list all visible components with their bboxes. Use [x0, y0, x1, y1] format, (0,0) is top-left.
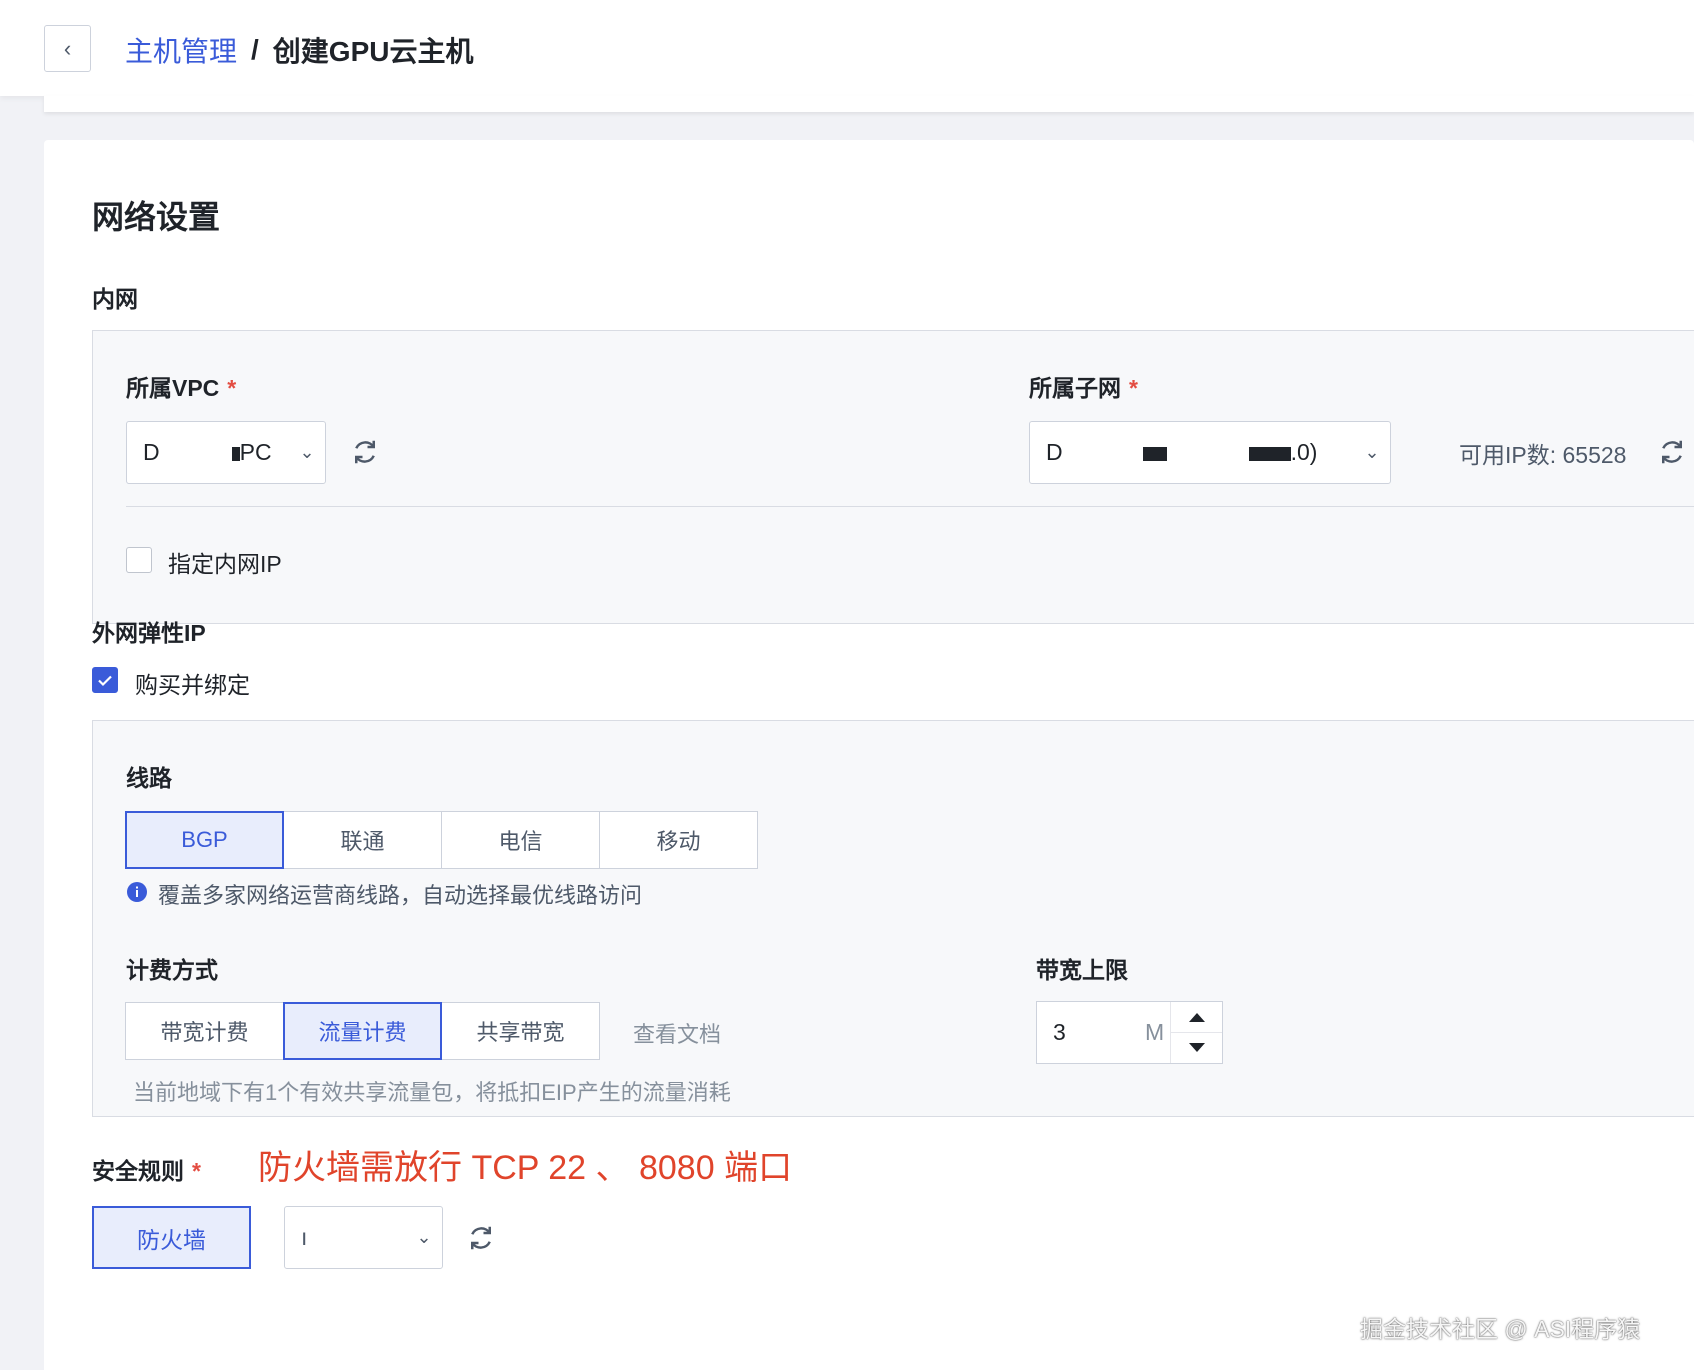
bandwidth-input[interactable]: 3	[1037, 1019, 1145, 1046]
subnet-label: 所属子网 *	[1029, 369, 1138, 403]
chevron-left-icon: ‹	[63, 35, 72, 61]
caret-up-icon	[1188, 1013, 1205, 1022]
required-mark: *	[227, 375, 237, 401]
billing-option-bandwidth[interactable]: 带宽计费	[125, 1002, 284, 1060]
billing-segmented-control: 带宽计费 流量计费 共享带宽	[125, 1002, 600, 1060]
security-rules-label-text: 安全规则	[92, 1158, 184, 1184]
redaction-mark	[1248, 446, 1291, 461]
line-label: 线路	[126, 765, 172, 791]
line-segmented-control: BGP 联通 电信 移动	[125, 811, 758, 869]
view-docs-link[interactable]: 查看文档	[633, 1017, 721, 1049]
divider	[126, 506, 1694, 507]
bandwidth-stepper: 3 M	[1036, 1001, 1223, 1064]
vpc-label: 所属VPC *	[126, 369, 236, 403]
page-title: 创建GPU云主机	[272, 36, 474, 67]
line-option-bgp[interactable]: BGP	[125, 811, 284, 869]
intranet-panel: 所属VPC * D PC ⌄ 所属子网 * D .0) ⌄ 可用IP数: 65528	[92, 330, 1694, 624]
subnet-value-prefix: D	[1046, 439, 1063, 465]
stepper-controls	[1170, 1002, 1222, 1063]
check-icon	[98, 675, 112, 687]
firewall-select[interactable]: ı ⌄	[284, 1206, 443, 1269]
vpc-refresh-icon[interactable]	[350, 437, 380, 467]
subnet-value-suffix: .0)	[1290, 439, 1318, 465]
eip-title: 外网弹性IP	[92, 620, 206, 646]
info-icon	[127, 882, 147, 902]
firewall-button[interactable]: 防火墙	[92, 1206, 251, 1269]
increment-button[interactable]	[1171, 1002, 1222, 1033]
vpc-select[interactable]: D PC ⌄	[126, 421, 326, 484]
subnet-label-text: 所属子网	[1029, 375, 1121, 401]
bandwidth-label: 带宽上限	[1036, 957, 1128, 983]
billing-option-traffic[interactable]: 流量计费	[283, 1002, 442, 1060]
vpc-label-text: 所属VPC	[126, 375, 220, 401]
chevron-down-icon: ⌄	[1364, 442, 1380, 462]
eip-panel: 线路 BGP 联通 电信 移动 覆盖多家网络运营商线路，自动选择最优线路访问 计…	[92, 720, 1694, 1117]
caret-down-icon	[1188, 1043, 1205, 1052]
top-bar: ‹ 主机管理 / 创建GPU云主机	[0, 0, 1694, 96]
breadcrumb-link-host-management[interactable]: 主机管理	[125, 30, 237, 70]
buy-bind-checkbox[interactable]	[92, 667, 118, 693]
subnet-select-value: D .0)	[1046, 439, 1354, 466]
required-mark: *	[1129, 375, 1138, 401]
available-ip-count: 可用IP数: 65528	[1459, 442, 1627, 468]
chevron-down-icon: ⌄	[416, 1227, 432, 1247]
watermark: 掘金技术社区 @ ASI程序猿	[1360, 1316, 1641, 1342]
line-option-unicom[interactable]: 联通	[283, 811, 442, 869]
decrement-button[interactable]	[1171, 1033, 1222, 1063]
firewall-select-value: ı	[301, 1224, 308, 1250]
previous-card-edge	[44, 96, 1694, 112]
subnet-select[interactable]: D .0) ⌄	[1029, 421, 1391, 484]
vpc-select-value: D PC	[143, 439, 289, 466]
section-title-network: 网络设置	[92, 199, 221, 235]
bandwidth-unit: M	[1145, 1019, 1165, 1045]
billing-note: 当前地域下有1个有效共享流量包，将抵扣EIP产生的流量消耗	[133, 1080, 731, 1105]
redaction-mark	[231, 446, 240, 461]
breadcrumb-separator: /	[251, 34, 259, 65]
subnet-refresh-icon[interactable]	[1657, 437, 1687, 467]
security-rules-label: 安全规则 *	[92, 1152, 201, 1186]
chevron-down-icon: ⌄	[299, 442, 315, 462]
vpc-value-prefix: D	[143, 439, 160, 465]
redaction-mark	[1142, 446, 1167, 461]
firewall-refresh-icon[interactable]	[466, 1223, 496, 1253]
billing-option-shared[interactable]: 共享带宽	[441, 1002, 600, 1060]
annotation-text: 防火墙需放行 TCP 22 、 8080 端口	[258, 1149, 793, 1187]
back-button[interactable]: ‹	[44, 25, 91, 72]
specify-intranet-ip-checkbox[interactable]	[126, 547, 152, 573]
specify-intranet-ip-label: 指定内网IP	[168, 551, 282, 577]
intranet-title: 内网	[92, 286, 138, 312]
required-mark: *	[192, 1158, 201, 1184]
line-option-telecom[interactable]: 电信	[441, 811, 600, 869]
line-hint: 覆盖多家网络运营商线路，自动选择最优线路访问	[158, 883, 643, 908]
network-settings-card: 网络设置 内网 所属VPC * D PC ⌄ 所属子网 * D .0) ⌄ 可用IP数:…	[44, 140, 1694, 1370]
line-option-mobile[interactable]: 移动	[599, 811, 758, 869]
breadcrumb: 主机管理 / 创建GPU云主机	[125, 30, 473, 70]
vpc-value-suffix: PC	[239, 439, 272, 465]
buy-bind-label: 购买并绑定	[135, 672, 250, 698]
billing-label: 计费方式	[126, 957, 218, 983]
